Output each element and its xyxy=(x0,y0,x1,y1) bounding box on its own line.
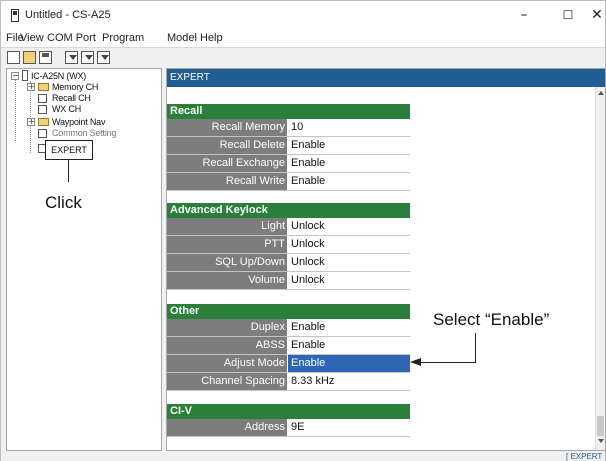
annotation-line xyxy=(420,362,476,363)
vertical-scrollbar[interactable] xyxy=(595,87,605,450)
section-recall: Recall Recall Memory 10 Recall Delete En… xyxy=(167,104,411,191)
setting-label: Channel Spacing xyxy=(167,373,287,390)
clone-icon[interactable] xyxy=(97,51,110,64)
section-header: CI-V xyxy=(167,404,410,419)
setting-value-sql-up-down[interactable]: Unlock xyxy=(288,254,410,271)
scroll-thumb[interactable] xyxy=(597,416,604,436)
tree-item-wx-ch[interactable]: WX CH xyxy=(52,104,81,114)
setting-row: Volume Unlock xyxy=(167,272,410,290)
click-annotation: Click xyxy=(45,193,82,212)
setting-label: Address xyxy=(167,419,287,436)
setting-row: SQL Up/Down Unlock xyxy=(167,254,410,272)
page-icon xyxy=(38,105,47,114)
setting-value-abss[interactable]: Enable xyxy=(288,337,410,354)
application-window: Untitled - CS-A25 – ☐ ✕ File View COM Po… xyxy=(0,0,606,461)
radio-app-icon xyxy=(11,9,19,22)
new-file-icon[interactable] xyxy=(7,51,20,64)
setting-label: Duplex xyxy=(167,319,287,336)
toolbar xyxy=(1,47,605,67)
section-ci-v: CI-V Address 9E xyxy=(167,404,411,437)
menu-model[interactable]: Model xyxy=(167,32,197,44)
setting-row: Recall Memory 10 xyxy=(167,119,410,137)
status-bar: [ EXPERT ] xyxy=(1,452,605,461)
setting-row: Adjust Mode Enable xyxy=(167,355,410,373)
setting-row: Duplex Enable xyxy=(167,319,410,337)
section-header: Recall xyxy=(167,104,410,119)
setting-row: Recall Write Enable xyxy=(167,173,410,191)
setting-label: Adjust Mode xyxy=(167,355,287,372)
setting-label: Recall Memory xyxy=(167,119,287,136)
select-annotation: Select “Enable” xyxy=(433,310,550,329)
page-icon xyxy=(38,94,47,103)
tree-item-common-setting[interactable]: Common Setting xyxy=(52,128,116,138)
section-header: Advanced Keylock xyxy=(167,203,410,218)
setting-row: Light Unlock xyxy=(167,218,410,236)
setting-label: PTT xyxy=(167,236,287,253)
setting-label: Light xyxy=(167,218,287,235)
page-icon xyxy=(38,129,47,138)
setting-row: PTT Unlock xyxy=(167,236,410,254)
setting-value-volume[interactable]: Unlock xyxy=(288,272,410,289)
section-header: Other xyxy=(167,304,410,319)
scroll-up-icon[interactable] xyxy=(598,91,604,95)
tree-item-expert[interactable]: EXPERT xyxy=(45,140,93,160)
setting-value-channel-spacing[interactable]: 8.33 kHz xyxy=(288,373,410,390)
annotation-line xyxy=(475,333,476,362)
open-folder-icon[interactable] xyxy=(23,51,36,64)
setting-label: Recall Delete xyxy=(167,137,287,154)
tree-line xyxy=(15,78,16,141)
section-advanced-keylock: Advanced Keylock Light Unlock PTT Unlock… xyxy=(167,203,411,290)
window-title: Untitled - CS-A25 xyxy=(25,9,111,21)
tree-item-waypoint-nav[interactable]: Waypoint Nav xyxy=(52,117,105,127)
section-other: Other Duplex Enable ABSS Enable Adjust M… xyxy=(167,304,411,391)
setting-value-address[interactable]: 9E xyxy=(288,419,410,436)
setting-row: ABSS Enable xyxy=(167,337,410,355)
setting-value-recall-exchange[interactable]: Enable xyxy=(288,155,410,172)
expand-waypoint-icon[interactable]: + xyxy=(27,118,35,126)
setting-value-ptt[interactable]: Unlock xyxy=(288,236,410,253)
setting-value-duplex[interactable]: Enable xyxy=(288,319,410,336)
title-bar: Untitled - CS-A25 – ☐ ✕ xyxy=(1,1,605,29)
tree-item-memory-ch[interactable]: Memory CH xyxy=(52,82,98,92)
click-callout-line xyxy=(68,160,69,182)
tree-item-recall-ch[interactable]: Recall CH xyxy=(52,93,91,103)
setting-value-recall-delete[interactable]: Enable xyxy=(288,137,410,154)
setting-row: Recall Exchange Enable xyxy=(167,155,410,173)
folder-icon xyxy=(38,118,49,126)
minimize-button[interactable]: – xyxy=(502,3,546,27)
menu-com-port[interactable]: COM Port xyxy=(47,32,96,44)
settings-panel: EXPERT Recall Recall Memory 10 Recall De… xyxy=(166,68,606,451)
channel-tree: − IC-A25N (WX) + Memory CH Recall CH WX … xyxy=(6,68,162,451)
folder-icon xyxy=(38,83,49,91)
setting-label: SQL Up/Down xyxy=(167,254,287,271)
read-from-radio-icon[interactable] xyxy=(65,51,78,64)
setting-row: Recall Delete Enable xyxy=(167,137,410,155)
panel-header: EXPERT xyxy=(167,69,605,87)
setting-row: Channel Spacing 8.33 kHz xyxy=(167,373,410,391)
setting-row: Address 9E xyxy=(167,419,410,437)
save-icon[interactable] xyxy=(39,51,52,64)
mode-badge: [ EXPERT ] xyxy=(566,452,603,461)
setting-label: Recall Write xyxy=(167,173,287,190)
close-button[interactable]: ✕ xyxy=(575,3,606,27)
menu-program[interactable]: Program xyxy=(102,32,144,44)
setting-value-recall-write[interactable]: Enable xyxy=(288,173,410,190)
arrow-head-icon xyxy=(410,358,421,366)
menu-help[interactable]: Help xyxy=(200,32,223,44)
setting-label: Recall Exchange xyxy=(167,155,287,172)
scroll-down-icon[interactable] xyxy=(598,439,604,443)
radio-device-icon xyxy=(22,70,28,81)
setting-value-recall-memory[interactable]: 10 xyxy=(288,119,410,136)
write-to-radio-icon[interactable] xyxy=(81,51,94,64)
expand-memory-icon[interactable]: + xyxy=(27,83,35,91)
menu-bar: File View COM Port Program Model Help xyxy=(1,29,605,47)
setting-value-adjust-mode[interactable]: Enable xyxy=(288,355,410,372)
menu-view[interactable]: View xyxy=(20,32,44,44)
tree-root[interactable]: IC-A25N (WX) xyxy=(31,71,86,81)
setting-value-light[interactable]: Unlock xyxy=(288,218,410,235)
collapse-root-icon[interactable]: − xyxy=(11,72,19,80)
setting-label: ABSS xyxy=(167,337,287,354)
setting-label: Volume xyxy=(167,272,287,289)
